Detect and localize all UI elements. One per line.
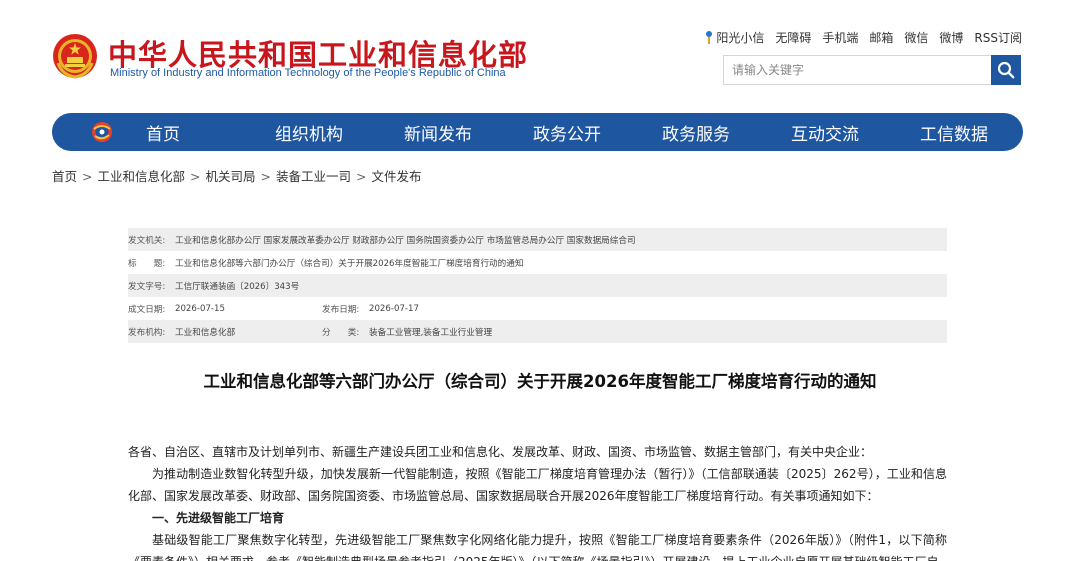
meta-row-issuer: 发文机关: 工业和信息化部办公厅 国家发展改革委办公厅 财政部办公厅 国务院国资…	[128, 228, 947, 251]
document-section-heading: 一、先进级智能工厂培育	[152, 511, 285, 525]
meta-issuer: 工业和信息化部办公厅 国家发展改革委办公厅 财政部办公厅 国务院国资委办公厅 市…	[175, 235, 636, 246]
sunshine-link[interactable]: 阳光小信	[704, 29, 764, 46]
meta-docno: 工信厅联通装函〔2026〕343号	[175, 281, 300, 292]
meta-label: 发布日期:	[322, 304, 360, 315]
document-title: 工业和信息化部等六部门办公厅（综合司）关于开展2026年度智能工厂梯度培育行动的…	[203, 372, 877, 391]
site-subtitle: Ministry of Industry and Information Tec…	[110, 67, 506, 79]
accessibility-link[interactable]: 无障碍	[775, 29, 811, 46]
nav-items: 首页 组织机构 新闻发布 政务公开 政务服务 互动交流 工信数据	[146, 113, 988, 151]
breadcrumb-separator: >	[82, 169, 93, 184]
meta-label: 标 题:	[128, 258, 166, 269]
nav-item-organization[interactable]: 组织机构	[275, 120, 404, 145]
breadcrumb-departments[interactable]: 机关司局	[206, 169, 256, 184]
wechat-link[interactable]: 微信	[904, 29, 928, 46]
nav-item-data[interactable]: 工信数据	[920, 120, 988, 145]
nav-item-news[interactable]: 新闻发布	[404, 120, 533, 145]
document-paragraph: 为推动制造业数智化转型升级，加快发展新一代智能制造，按照《智能工厂梯度培育管理办…	[128, 467, 947, 503]
meta-label: 成文日期:	[128, 304, 166, 315]
mobile-link[interactable]: 手机端	[822, 29, 858, 46]
ministry-logo-icon[interactable]	[90, 120, 114, 144]
breadcrumb-separator: >	[260, 169, 271, 184]
meta-label: 发布机构:	[128, 327, 166, 338]
nav-item-government-affairs[interactable]: 政务公开	[533, 120, 662, 145]
breadcrumb-separator: >	[190, 169, 201, 184]
meta-published-date: 2026-07-17	[369, 303, 419, 314]
meta-cell-created: 成文日期: 2026-07-15	[128, 303, 322, 315]
meta-org: 工业和信息化部	[175, 327, 236, 338]
search-button[interactable]	[991, 55, 1021, 85]
nav-item-interaction[interactable]: 互动交流	[791, 120, 920, 145]
nav-item-government-services[interactable]: 政务服务	[662, 120, 791, 145]
rss-link[interactable]: RSS订阅	[974, 29, 1022, 46]
search-input[interactable]	[724, 56, 992, 84]
breadcrumb: 首页 > 工业和信息化部 > 机关司局 > 装备工业一司 > 文件发布	[52, 166, 422, 185]
document-paragraph: 基础级智能工厂聚焦数字化转型，先进级智能工厂聚焦数字化网络化能力提升，按照《智能…	[128, 533, 947, 561]
breadcrumb-ministry[interactable]: 工业和信息化部	[98, 169, 186, 184]
meta-cell-category: 分 类: 装备工业管理,装备工业行业管理	[322, 326, 492, 338]
breadcrumb-home[interactable]: 首页	[52, 169, 77, 184]
top-links: 阳光小信 无障碍 手机端 邮箱 微信 微博 RSS订阅	[704, 29, 1022, 46]
meta-row-title: 标 题: 工业和信息化部等六部门办公厅（综合司）关于开展2026年度智能工厂梯度…	[128, 251, 947, 274]
search-box	[723, 55, 1021, 85]
meta-label: 分 类:	[322, 327, 360, 338]
meta-cell-published: 发布日期: 2026-07-17	[322, 303, 419, 315]
meta-title: 工业和信息化部等六部门办公厅（综合司）关于开展2026年度智能工厂梯度培育行动的…	[175, 258, 524, 269]
nav-item-home[interactable]: 首页	[146, 120, 275, 145]
main-nav: 首页 组织机构 新闻发布 政务公开 政务服务 互动交流 工信数据	[52, 113, 1023, 151]
document-meta-table: 发文机关: 工业和信息化部办公厅 国家发展改革委办公厅 财政部办公厅 国务院国资…	[128, 228, 947, 343]
meta-row-docno: 发文字号: 工信厅联通装函〔2026〕343号	[128, 274, 947, 297]
meta-cell-org: 发布机构: 工业和信息化部	[128, 326, 322, 338]
meta-label: 发文字号:	[128, 281, 166, 292]
national-emblem-icon[interactable]	[52, 33, 98, 79]
meta-label: 发文机关:	[128, 235, 166, 246]
meta-row-org: 发布机构: 工业和信息化部 分 类: 装备工业管理,装备工业行业管理	[128, 320, 947, 343]
weibo-link[interactable]: 微博	[939, 29, 963, 46]
document-body: 各省、自治区、直辖市及计划单列市、新疆生产建设兵团工业和信息化、发展改革、财政、…	[128, 441, 947, 561]
breadcrumb-separator: >	[356, 169, 367, 184]
meta-category: 装备工业管理,装备工业行业管理	[369, 327, 493, 338]
site-header: 中华人民共和国工业和信息化部 Ministry of Industry and …	[0, 0, 1080, 108]
sunshine-label: 阳光小信	[716, 31, 765, 45]
search-icon	[997, 61, 1015, 79]
sunshine-icon	[706, 31, 713, 44]
mail-link[interactable]: 邮箱	[869, 29, 893, 46]
meta-row-dates: 成文日期: 2026-07-15 发布日期: 2026-07-17	[128, 297, 947, 320]
meta-created-date: 2026-07-15	[175, 303, 225, 314]
breadcrumb-equipment-dept[interactable]: 装备工业一司	[276, 169, 351, 184]
document-salutation: 各省、自治区、直辖市及计划单列市、新疆生产建设兵团工业和信息化、发展改革、财政、…	[128, 445, 873, 459]
breadcrumb-documents[interactable]: 文件发布	[372, 169, 422, 184]
